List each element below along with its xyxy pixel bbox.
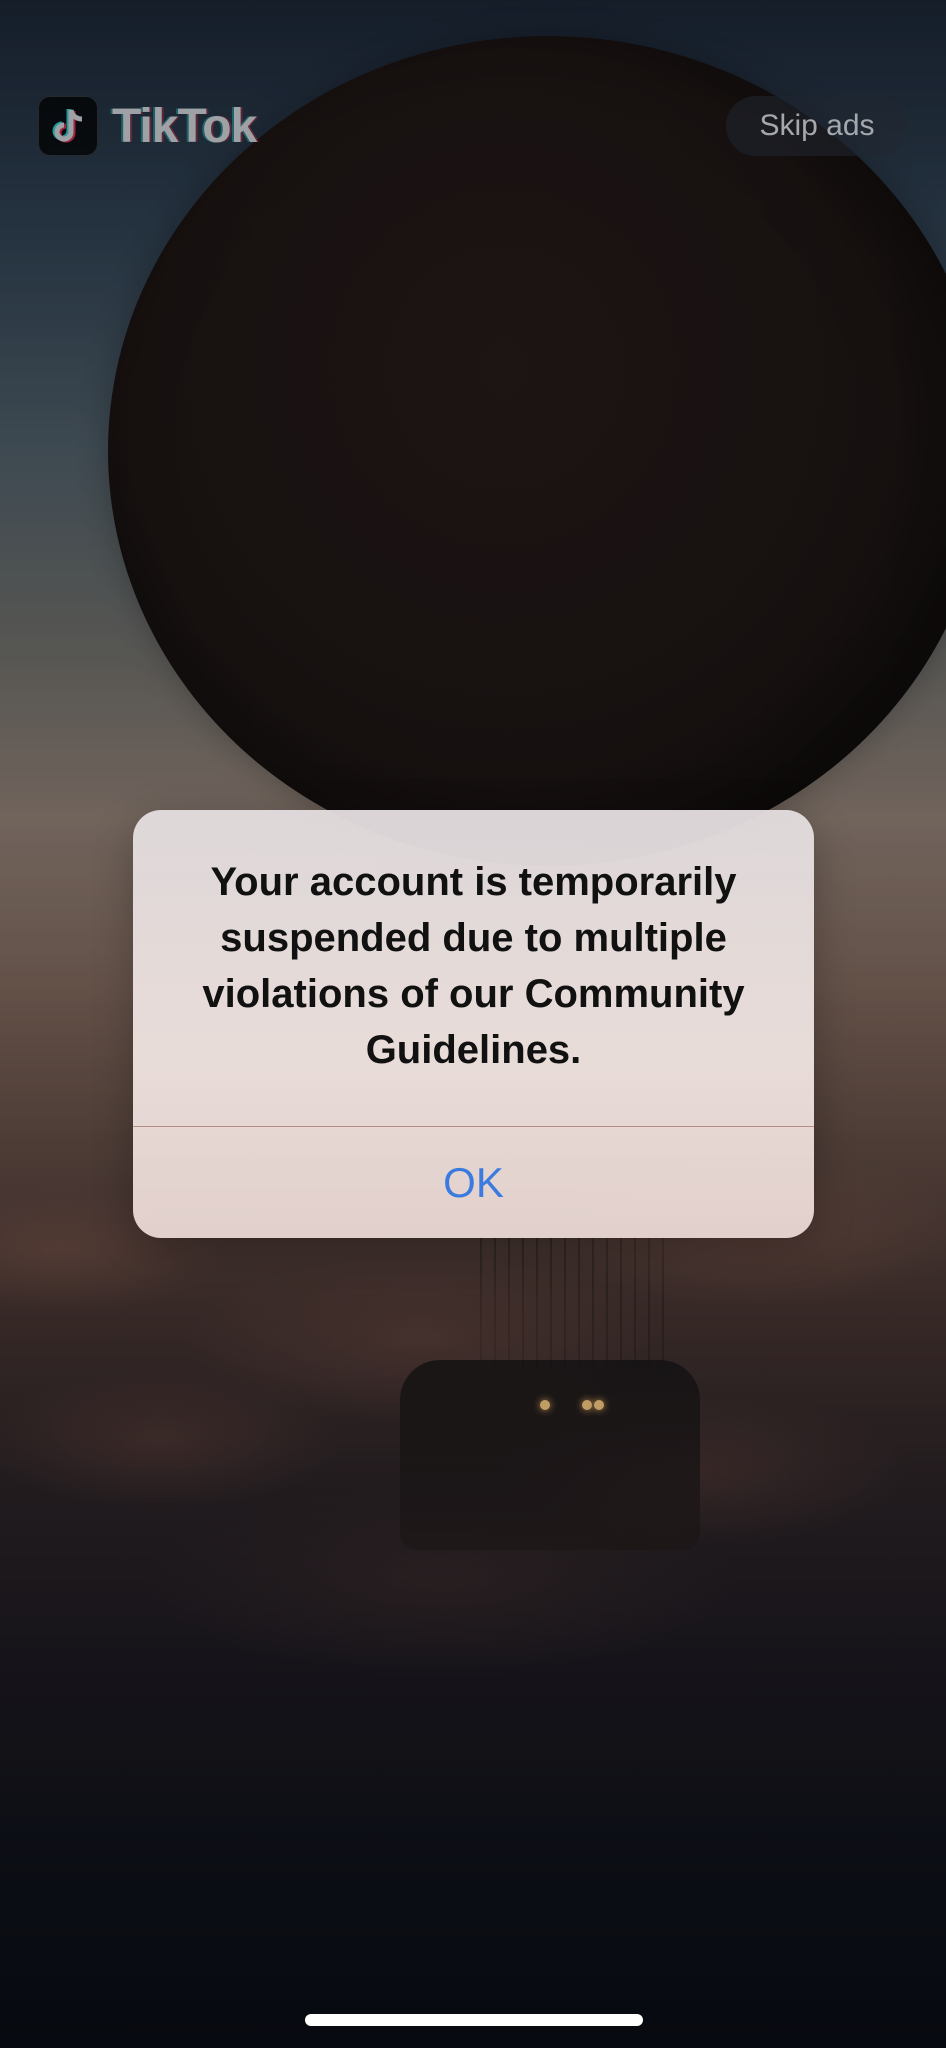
alert-message: Your account is temporarily suspended du… (202, 860, 745, 1072)
home-indicator[interactable] (305, 2014, 643, 2026)
ad-screen: TikTok Skip ads Your account is temporar… (0, 0, 946, 2048)
suspension-alert-dialog: Your account is temporarily suspended du… (133, 810, 814, 1238)
ok-button[interactable]: OK (133, 1127, 814, 1238)
